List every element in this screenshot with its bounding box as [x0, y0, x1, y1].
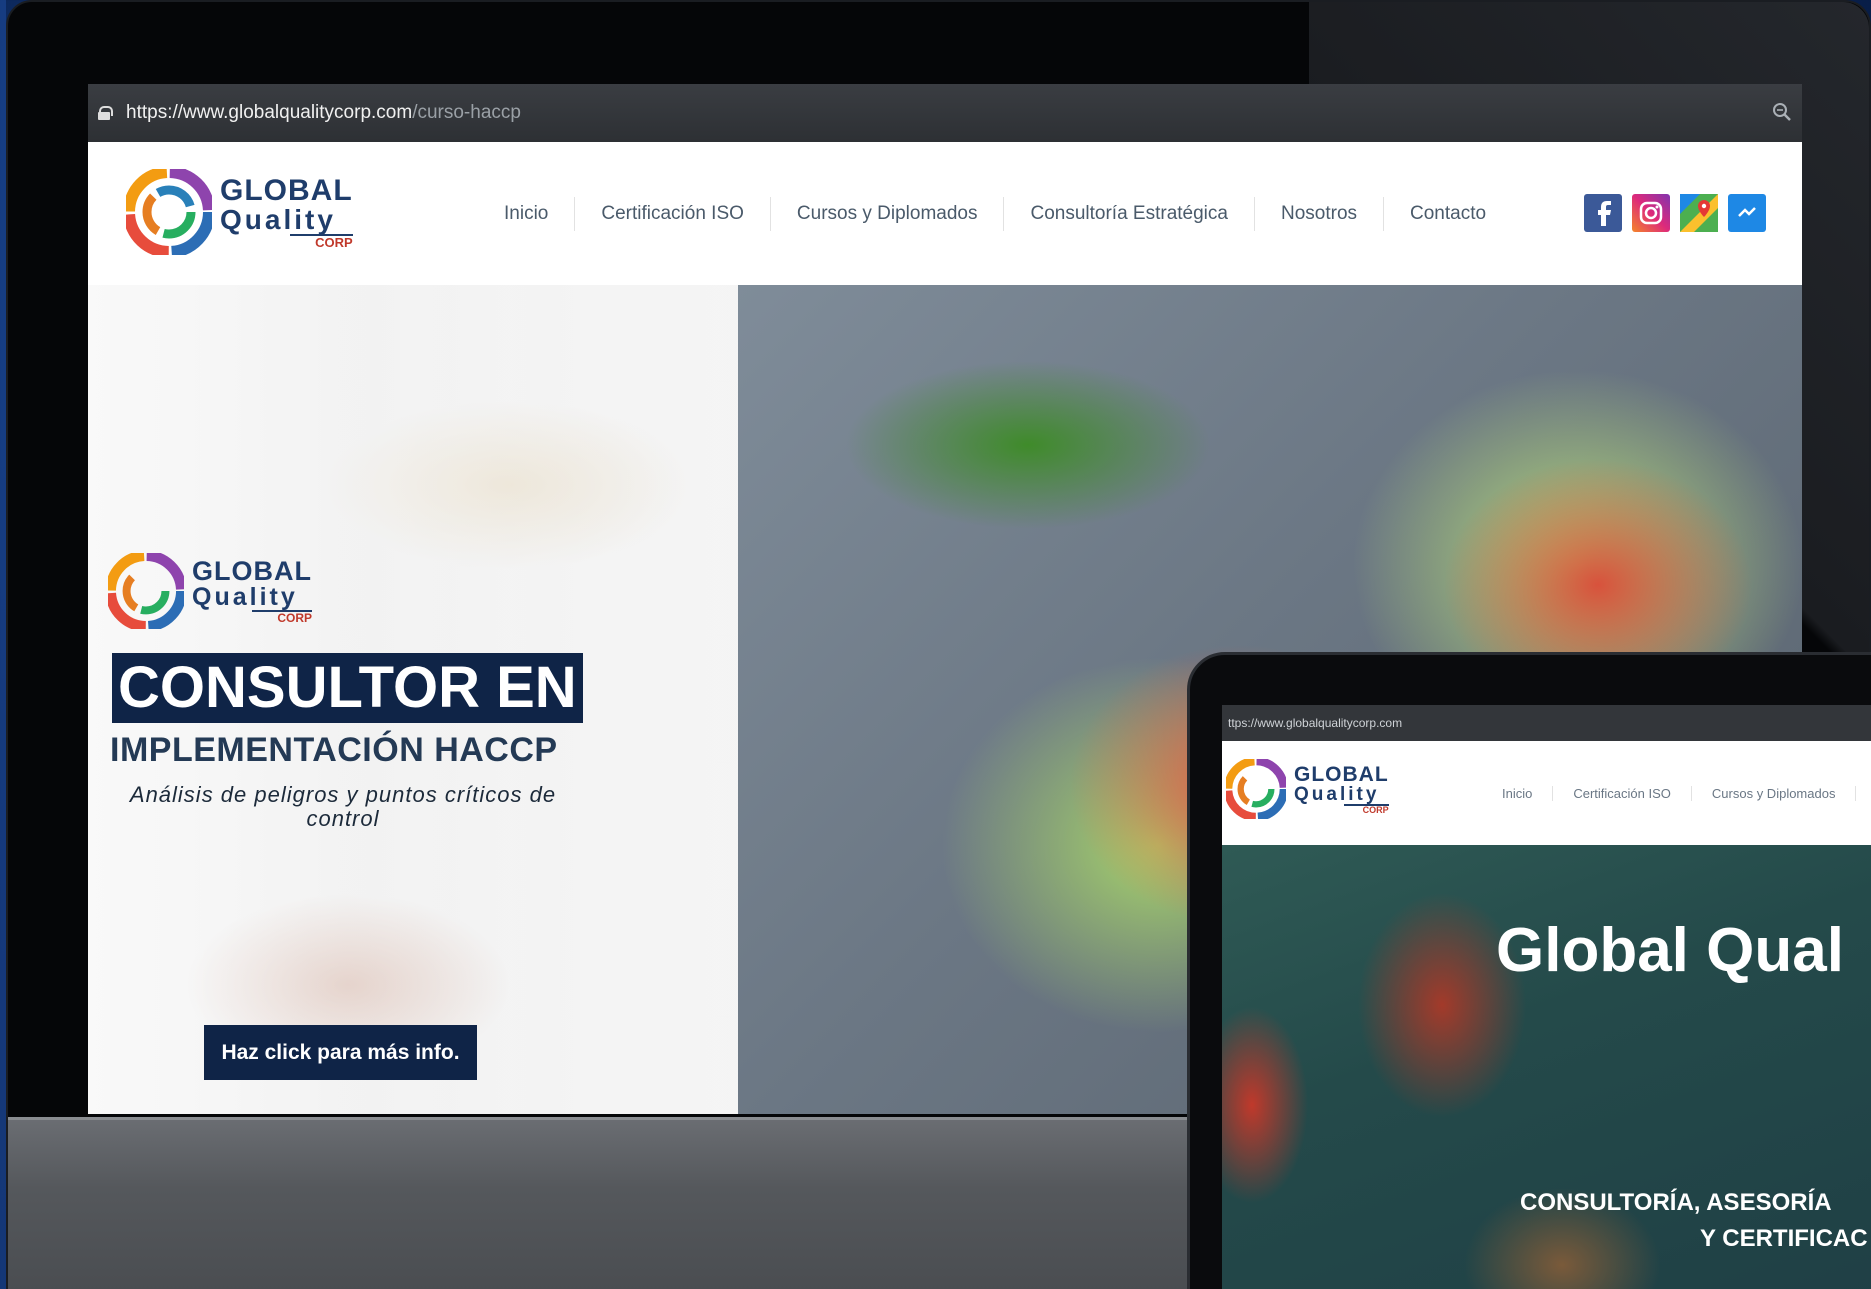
tablet-nav-inicio[interactable]: Inicio — [1482, 785, 1554, 801]
logo-text: GLOBAL Quality CORP — [220, 173, 353, 249]
messenger-icon[interactable] — [1728, 194, 1766, 232]
zoom-icon[interactable] — [1772, 102, 1792, 122]
tablet-device: ttps://www.globalqualitycorp.com GLOBAL … — [1187, 652, 1871, 1289]
hero-subtitle: IMPLEMENTACIÓN HACCP — [110, 731, 558, 769]
hero-description: Análisis de peligros y puntos críticos d… — [129, 782, 557, 831]
nav-consultoria-estrategica[interactable]: Consultoría Estratégica — [1004, 196, 1255, 231]
nav-contacto[interactable]: Contacto — [1384, 197, 1512, 231]
tablet-site-logo[interactable]: GLOBAL Quality CORP — [1226, 759, 1389, 819]
tablet-site-header: GLOBAL Quality CORP Inicio Certificación… — [1222, 741, 1871, 845]
nav-nosotros[interactable]: Nosotros — [1255, 196, 1385, 231]
logo-line1: GLOBAL — [220, 173, 353, 207]
social-links — [1584, 194, 1766, 232]
hero-logo-line3: CORP — [252, 610, 312, 624]
tablet-hero-subtitle-line2: Y CERTIFICAC — [1700, 1225, 1868, 1252]
tablet-nav-cursos-diplomados[interactable]: Cursos y Diplomados — [1692, 785, 1857, 801]
lock-icon — [98, 106, 113, 120]
tablet-nav: Inicio Certificación ISO Cursos y Diplom… — [1482, 741, 1857, 845]
more-info-button[interactable]: Haz click para más info. — [204, 1025, 477, 1080]
tablet-address-bar[interactable]: ttps://www.globalqualitycorp.com — [1222, 705, 1871, 741]
hero-logo-line1: GLOBAL — [192, 556, 312, 586]
nav-inicio[interactable]: Inicio — [478, 196, 576, 231]
site-header: GLOBAL Quality CORP Inicio Certificación… — [88, 142, 1802, 285]
nav-certificacion-iso[interactable]: Certificación ISO — [575, 196, 771, 231]
tablet-logo-line2: Quality — [1294, 783, 1380, 805]
address-bar[interactable]: https://www.globalqualitycorp.com/curso-… — [88, 84, 1802, 142]
tablet-logo-text: GLOBAL Quality CORP — [1294, 764, 1389, 815]
tablet-browser-screen: ttps://www.globalqualitycorp.com GLOBAL … — [1222, 705, 1871, 1289]
site-logo[interactable]: GLOBAL Quality CORP — [126, 169, 353, 255]
hero-logo: GLOBAL Quality CORP — [108, 553, 312, 629]
facebook-icon[interactable] — [1584, 194, 1622, 232]
tablet-hero-banner: Global Qual CONSULTORÍA, ASESORÍA Y CERT… — [1222, 845, 1871, 1289]
url-host: https://www.globalqualitycorp.com — [126, 102, 413, 123]
logo-line3: CORP — [290, 233, 353, 249]
google-maps-icon[interactable] — [1680, 194, 1718, 232]
tablet-hero-title: Global Qual — [1496, 916, 1844, 985]
tablet-nav-certificacion-iso[interactable]: Certificación ISO — [1553, 785, 1692, 801]
logo-swirl-icon — [126, 169, 212, 255]
hero-logo-line2: Quality — [192, 583, 298, 611]
url-path: /curso-haccp — [412, 102, 521, 123]
hero-logo-text: GLOBAL Quality CORP — [192, 558, 312, 624]
logo-swirl-icon — [108, 553, 184, 629]
instagram-icon[interactable] — [1632, 194, 1670, 232]
tablet-logo-line1: GLOBAL — [1294, 762, 1389, 786]
hero-title: CONSULTOR EN — [112, 653, 583, 723]
logo-line2: Quality — [220, 203, 336, 235]
logo-swirl-icon — [1226, 759, 1286, 819]
main-nav: Inicio Certificación ISO Cursos y Diplom… — [478, 142, 1512, 285]
tablet-hero-subtitle-line1: CONSULTORÍA, ASESORÍA — [1520, 1189, 1832, 1216]
tablet-logo-line3: CORP — [1344, 803, 1389, 815]
nav-cursos-diplomados[interactable]: Cursos y Diplomados — [771, 196, 1005, 231]
